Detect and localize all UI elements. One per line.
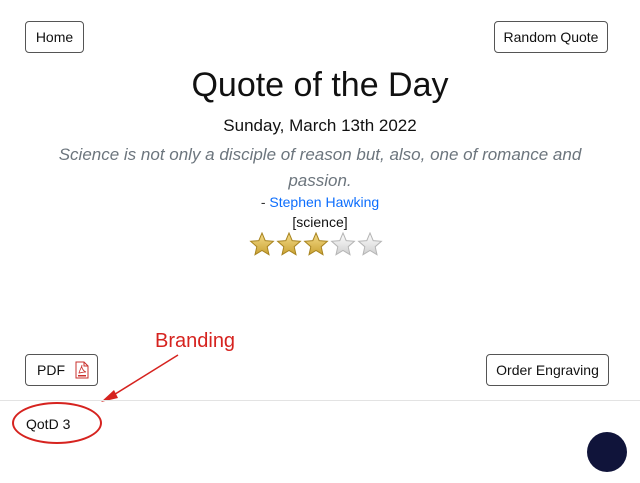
- star-empty-icon[interactable]: [330, 232, 356, 257]
- star-rating[interactable]: [249, 232, 383, 257]
- quote-attribution: - Stephen Hawking: [0, 194, 640, 210]
- star-empty-icon[interactable]: [357, 232, 383, 257]
- annotation-label: Branding: [155, 330, 236, 352]
- quote-date: Sunday, March 13th 2022: [223, 116, 417, 135]
- order-engraving-button-label: Order Engraving: [496, 362, 599, 378]
- author-link[interactable]: Stephen Hawking: [269, 194, 379, 210]
- order-engraving-button[interactable]: Order Engraving: [486, 354, 609, 386]
- footer-divider: [0, 400, 640, 401]
- pdf-button-label: PDF: [37, 362, 65, 378]
- page: Home Random Quote Quote of the Day Sunda…: [0, 0, 640, 483]
- pdf-file-icon: [75, 361, 89, 379]
- random-quote-button[interactable]: Random Quote: [494, 21, 608, 53]
- quote-text: Science is not only a disciple of reason…: [58, 145, 582, 190]
- pdf-button[interactable]: PDF: [25, 354, 98, 386]
- home-button-label: Home: [35, 29, 74, 45]
- star-filled-icon[interactable]: [249, 232, 275, 257]
- random-quote-button-label: Random Quote: [503, 29, 599, 45]
- floating-action-button[interactable]: [587, 432, 627, 472]
- star-filled-icon[interactable]: [303, 232, 329, 257]
- home-button[interactable]: Home: [25, 21, 84, 53]
- page-title: Quote of the Day: [191, 66, 449, 104]
- annotation-ellipse: [12, 402, 102, 444]
- quote-tag: [science]: [292, 214, 348, 230]
- star-filled-icon[interactable]: [276, 232, 302, 257]
